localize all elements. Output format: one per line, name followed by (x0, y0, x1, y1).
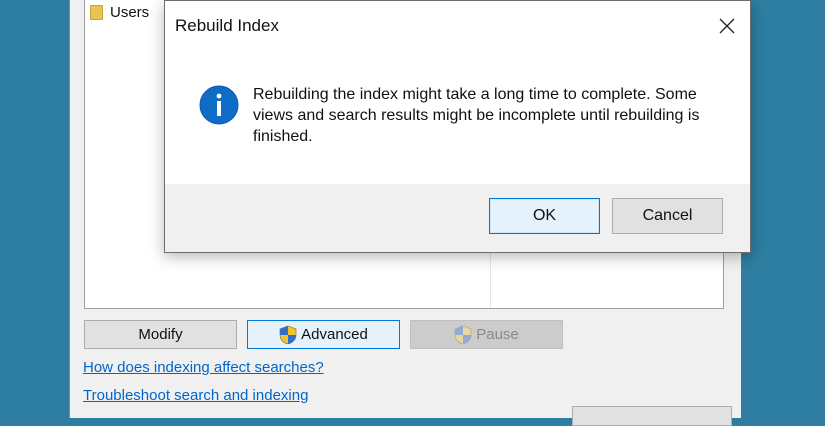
modify-label: Modify (138, 326, 183, 343)
pause-button[interactable]: Pause (410, 320, 563, 349)
modify-button[interactable]: Modify (84, 320, 237, 349)
info-icon (199, 85, 239, 125)
troubleshoot-link[interactable]: Troubleshoot search and indexing (83, 387, 308, 404)
advanced-button[interactable]: Advanced (247, 320, 400, 349)
close-button[interactable] (704, 1, 750, 51)
ok-label: OK (532, 207, 557, 224)
list-item-users[interactable]: Users (90, 2, 149, 22)
cancel-label: Cancel (642, 207, 693, 224)
uac-shield-icon (279, 325, 297, 344)
dialog-title: Rebuild Index (175, 16, 279, 35)
dialog-body: Rebuilding the index might take a long t… (165, 51, 750, 184)
dialog-message: Rebuilding the index might take a long t… (253, 86, 700, 145)
cancel-button[interactable]: Cancel (612, 198, 723, 234)
close-icon (719, 18, 735, 34)
advanced-label: Advanced (301, 326, 368, 343)
dialog-titlebar: Rebuild Index (165, 1, 750, 51)
folder-icon (90, 4, 103, 20)
ok-button[interactable]: OK (489, 198, 600, 234)
uac-shield-icon (454, 325, 472, 344)
close-window-button[interactable] (572, 406, 732, 426)
rebuild-index-dialog: Rebuild Index Rebuilding the index might… (164, 0, 751, 253)
pause-label: Pause (476, 326, 519, 343)
folder-label: Users (110, 3, 150, 21)
indexing-help-link[interactable]: How does indexing affect searches? (83, 359, 324, 376)
